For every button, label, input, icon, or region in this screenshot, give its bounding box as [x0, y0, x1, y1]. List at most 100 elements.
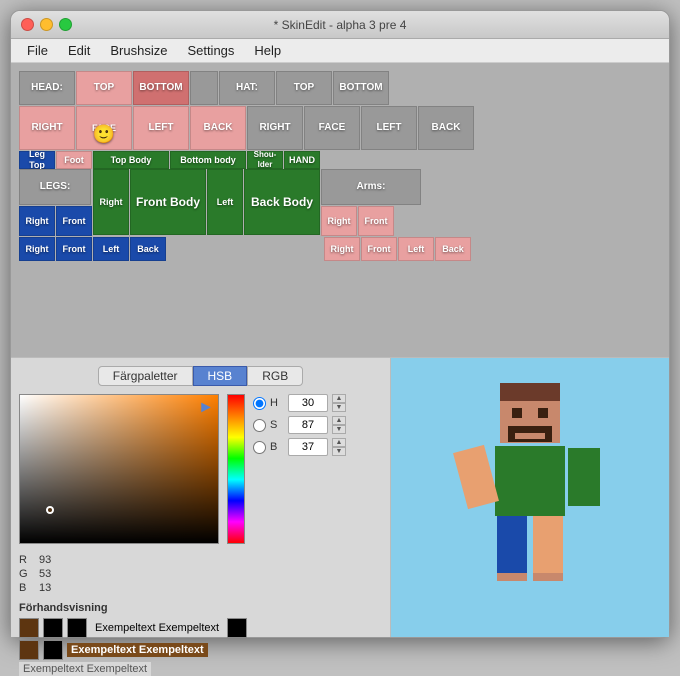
color-gradient[interactable]: ►	[19, 394, 219, 544]
top-body-label: Top Body	[93, 151, 169, 169]
leg-right[interactable]: Right	[19, 206, 55, 236]
s-down[interactable]: ▼	[332, 425, 346, 434]
b-radio[interactable]	[253, 441, 266, 454]
leg-front2[interactable]: Front	[56, 237, 92, 261]
minimize-button[interactable]	[40, 18, 53, 31]
swatch-1	[19, 618, 39, 638]
tab-hsb[interactable]: HSB	[193, 366, 248, 386]
r-label: R	[19, 554, 33, 566]
char-eye-left	[512, 408, 522, 418]
hat-top[interactable]: TOP	[276, 71, 332, 105]
h-radio[interactable]	[253, 397, 266, 410]
close-button[interactable]	[21, 18, 34, 31]
maximize-button[interactable]	[59, 18, 72, 31]
char-eye-right	[538, 408, 548, 418]
leg-front[interactable]: Front	[56, 206, 92, 236]
r-value: 93	[39, 554, 51, 566]
tab-fargpaletter[interactable]: Färgpaletter	[98, 366, 193, 386]
arm-front[interactable]: Front	[358, 206, 394, 236]
head-face[interactable]: FACE 🙂	[76, 106, 132, 150]
g-label: G	[19, 568, 33, 580]
g-value: 53	[39, 568, 51, 580]
main-window: * SkinEdit - alpha 3 pre 4 File Edit Bru…	[10, 10, 670, 638]
leg-right2[interactable]: Right	[19, 237, 55, 261]
arm-left2[interactable]: Left	[398, 237, 434, 261]
gap1	[190, 71, 218, 105]
head-top[interactable]: TOP	[76, 71, 132, 105]
legs-label: LEGS:	[19, 169, 91, 205]
preview-text-1: Exempeltext Exempeltext	[91, 621, 223, 635]
body-right-side[interactable]: Right	[93, 169, 129, 235]
back-body[interactable]: Back Body	[244, 169, 320, 235]
head-bottom[interactable]: BOTTOM	[133, 71, 189, 105]
color-picker-dot[interactable]	[46, 506, 54, 514]
preview-text-3: Exempeltext Exempeltext	[19, 662, 151, 676]
leg-top-label: Leg Top	[19, 151, 55, 169]
hat-right[interactable]: RIGHT	[247, 106, 303, 150]
leg-left2[interactable]: Left	[93, 237, 129, 261]
menu-brushsize[interactable]: Brushsize	[102, 41, 175, 60]
body-left-side[interactable]: Left	[207, 169, 243, 235]
tab-bar: Färgpaletter HSB RGB	[19, 366, 382, 386]
head-label: HEAD:	[19, 71, 75, 105]
color-panel: Färgpaletter HSB RGB ► R 93	[11, 358, 391, 637]
hat-left[interactable]: LEFT	[361, 106, 417, 150]
preview-text-2: Exempeltext Exempeltext	[67, 643, 208, 657]
swatch-5	[19, 640, 39, 660]
menu-help[interactable]: Help	[246, 41, 289, 60]
tab-rgb[interactable]: RGB	[247, 366, 303, 386]
arm-right[interactable]: Right	[321, 206, 357, 236]
char-hair-top	[500, 383, 560, 401]
b-down[interactable]: ▼	[332, 447, 346, 456]
b-label: B	[270, 441, 284, 453]
swatch-6	[43, 640, 63, 660]
h-down[interactable]: ▼	[332, 403, 346, 412]
h-input[interactable]	[288, 394, 328, 412]
traffic-lights	[21, 18, 72, 31]
foot-label: Foot	[56, 151, 92, 169]
b-stepper: ▲ ▼	[332, 438, 346, 456]
head-right[interactable]: RIGHT	[19, 106, 75, 150]
menu-edit[interactable]: Edit	[60, 41, 98, 60]
front-body[interactable]: Front Body	[130, 169, 206, 235]
b-up[interactable]: ▲	[332, 438, 346, 447]
preview-3d	[391, 358, 669, 637]
head-left[interactable]: LEFT	[133, 106, 189, 150]
titlebar: * SkinEdit - alpha 3 pre 4	[11, 11, 669, 39]
s-up[interactable]: ▲	[332, 416, 346, 425]
color-spectrum[interactable]	[227, 394, 245, 544]
hand-label: HAND	[284, 151, 320, 169]
char-mouth	[515, 433, 545, 439]
b-value: 13	[39, 582, 51, 594]
head-back[interactable]: BACK	[190, 106, 246, 150]
b-input[interactable]	[288, 438, 328, 456]
arm-right2[interactable]: Right	[324, 237, 360, 261]
color-picker-area: ► R 93 G 53 B 13	[19, 394, 382, 596]
skin-editor: HEAD: TOP BOTTOM HAT: TOP BOTTOM RIGHT F…	[11, 63, 669, 357]
hat-bottom[interactable]: BOTTOM	[333, 71, 389, 105]
menu-settings[interactable]: Settings	[179, 41, 242, 60]
arm-back2[interactable]: Back	[435, 237, 471, 261]
preview-row-1: Exempeltext Exempeltext	[19, 618, 382, 638]
preview-row-3: Exempeltext Exempeltext	[19, 662, 382, 676]
rgb-display: R 93 G 53 B 13	[19, 554, 219, 596]
hat-back[interactable]: BACK	[418, 106, 474, 150]
s-input[interactable]	[288, 416, 328, 434]
h-up[interactable]: ▲	[332, 394, 346, 403]
h-label: H	[270, 397, 284, 409]
hat-face[interactable]: FACE	[304, 106, 360, 150]
char-leg-right	[533, 516, 563, 576]
char-foot-right	[533, 573, 563, 581]
menu-file[interactable]: File	[19, 41, 56, 60]
skin-map: HEAD: TOP BOTTOM HAT: TOP BOTTOM RIGHT F…	[19, 71, 661, 261]
menubar: File Edit Brushsize Settings Help	[11, 39, 669, 63]
content-area: HEAD: TOP BOTTOM HAT: TOP BOTTOM RIGHT F…	[11, 63, 669, 357]
s-label: S	[270, 419, 284, 431]
leg-back2[interactable]: Back	[130, 237, 166, 261]
h-stepper: ▲ ▼	[332, 394, 346, 412]
preview-label: Förhandsvisning	[19, 602, 382, 614]
s-radio[interactable]	[253, 419, 266, 432]
window-title: * SkinEdit - alpha 3 pre 4	[274, 18, 407, 32]
hat-label: HAT:	[219, 71, 275, 105]
arm-front2[interactable]: Front	[361, 237, 397, 261]
